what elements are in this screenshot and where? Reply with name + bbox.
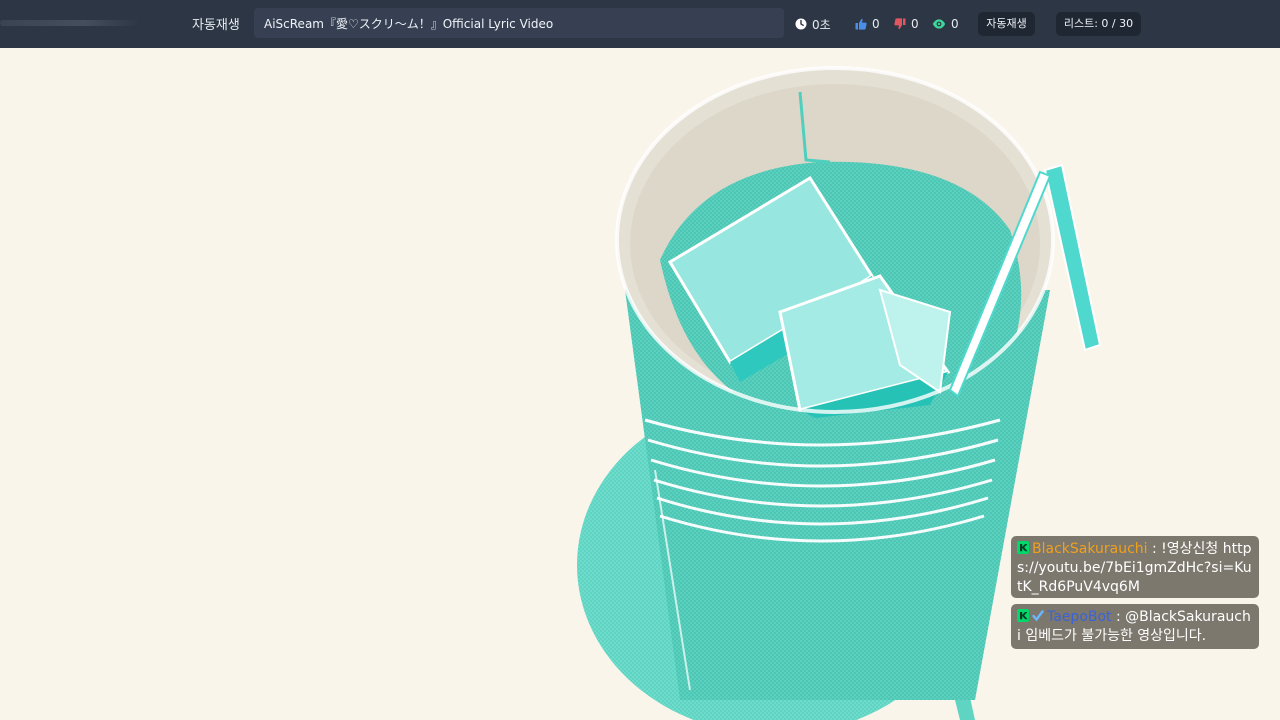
blurred-logo: [0, 20, 140, 26]
chat-username: TaepoBot: [1047, 609, 1112, 625]
playlist-button[interactable]: 리스트: 0 / 30: [1056, 12, 1141, 36]
duration-value: 0초: [812, 17, 831, 32]
dislikes-stat: 0: [894, 15, 919, 33]
views-count: 0: [951, 17, 959, 31]
autoplay-button[interactable]: 자동재생: [978, 12, 1035, 36]
chzzk-icon: [1017, 609, 1029, 622]
video-title: AiScReam『愛♡スクリ～ム！』Official Lyric Video: [264, 17, 554, 31]
thumbs-up-icon: [855, 18, 867, 30]
likes-stat: 0: [855, 15, 880, 33]
clock-icon: [795, 18, 807, 30]
chat-username: BlackSakurauchi: [1032, 541, 1148, 557]
chat-message: TaepoBot : @BlackSakurauchi 임베드가 불가능한 영상…: [1011, 604, 1259, 649]
eye-icon: [932, 19, 946, 29]
views-stat: 0: [932, 15, 959, 33]
dislikes-count: 0: [911, 17, 919, 31]
thumbs-down-icon: [894, 18, 906, 30]
verified-check-icon: [1032, 610, 1044, 622]
top-bar: 자동재생 AiScReam『愛♡スクリ～ム！』Official Lyric Vi…: [0, 0, 1280, 48]
autoplay-label: 자동재생: [192, 18, 240, 33]
chzzk-icon: [1017, 541, 1029, 554]
likes-count: 0: [872, 17, 880, 31]
chat-message: BlackSakurauchi : !영상신청 https://youtu.be…: [1011, 536, 1259, 598]
duration-stat: 0초: [795, 15, 831, 33]
video-title-box: AiScReam『愛♡スクリ～ム！』Official Lyric Video: [254, 8, 784, 38]
